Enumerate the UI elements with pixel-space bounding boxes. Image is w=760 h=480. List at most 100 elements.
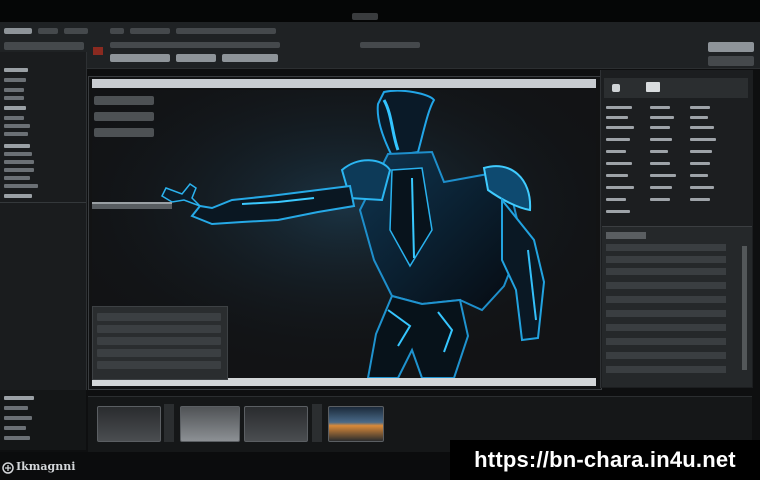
channel-row[interactable] [606, 256, 726, 263]
attribute-row[interactable] [606, 106, 632, 109]
toolbar-options-row[interactable] [110, 42, 280, 48]
thumb-divider [312, 404, 322, 442]
attribute-row[interactable] [606, 210, 630, 213]
properties-panel [0, 390, 86, 450]
outliner-item[interactable] [4, 106, 26, 110]
viewport-camera-button[interactable] [94, 112, 154, 121]
attribute-row[interactable] [650, 186, 672, 189]
attribute-row[interactable] [606, 198, 626, 201]
attribute-row[interactable] [690, 174, 708, 177]
attribute-row[interactable] [606, 126, 634, 129]
asset-thumbnail[interactable] [328, 406, 384, 442]
window-controls-icon[interactable] [708, 42, 754, 52]
title-grip[interactable] [352, 13, 378, 20]
attribute-row[interactable] [606, 116, 628, 119]
layer-row[interactable] [97, 337, 221, 345]
viewport-display-button[interactable] [94, 128, 154, 137]
viewport-header [92, 79, 596, 88]
attribute-row[interactable] [606, 162, 632, 165]
attribute-row[interactable] [650, 198, 670, 201]
outliner-item[interactable] [4, 168, 34, 172]
toolbar-tool-icon[interactable] [110, 54, 170, 62]
attribute-row[interactable] [690, 186, 714, 189]
channel-row[interactable] [606, 282, 726, 289]
outliner-item[interactable] [4, 176, 30, 180]
attribute-row[interactable] [606, 174, 628, 177]
attribute-editor-header [604, 78, 748, 98]
channel-row[interactable] [606, 352, 726, 359]
attribute-row[interactable] [650, 126, 670, 129]
property-row[interactable] [4, 426, 26, 430]
attribute-row[interactable] [690, 138, 716, 141]
outliner-item[interactable] [4, 184, 38, 188]
attribute-row[interactable] [690, 198, 710, 201]
channel-row[interactable] [606, 310, 726, 317]
attribute-row[interactable] [650, 150, 668, 153]
outliner-item[interactable] [4, 68, 28, 72]
layer-row[interactable] [97, 313, 221, 321]
outliner-item[interactable] [4, 96, 24, 100]
channel-row[interactable] [606, 268, 726, 275]
attribute-row[interactable] [606, 138, 630, 141]
outliner-item[interactable] [4, 144, 30, 148]
toolbar-dropdown[interactable] [4, 42, 84, 50]
channel-tab[interactable] [606, 232, 646, 239]
title-bar [0, 0, 760, 22]
property-row[interactable] [4, 396, 34, 400]
toolbar-tool-icon[interactable] [176, 54, 216, 62]
attribute-row[interactable] [650, 116, 674, 119]
attribute-row[interactable] [650, 162, 670, 165]
attribute-row[interactable] [690, 150, 712, 153]
close-icon[interactable] [93, 47, 103, 55]
channel-row[interactable] [606, 244, 726, 251]
outliner-item[interactable] [4, 88, 24, 92]
property-row[interactable] [4, 406, 28, 410]
main-toolbar [0, 22, 760, 69]
layer-row[interactable] [97, 325, 221, 333]
outliner-item[interactable] [4, 124, 30, 128]
attribute-row[interactable] [606, 186, 634, 189]
panel-toggle-icon[interactable] [708, 56, 754, 66]
channel-row[interactable] [606, 366, 726, 373]
attribute-row[interactable] [690, 116, 708, 119]
attribute-list [604, 102, 748, 220]
attribute-row[interactable] [690, 126, 714, 129]
menu-item-view[interactable] [64, 28, 88, 34]
property-row[interactable] [4, 416, 32, 420]
outliner-item[interactable] [4, 132, 28, 136]
attribute-row[interactable] [606, 150, 626, 153]
layer-row[interactable] [97, 349, 221, 357]
menu-item-file[interactable] [4, 28, 32, 34]
scrollbar[interactable] [742, 246, 747, 370]
menu-item-render[interactable] [130, 28, 170, 34]
attribute-row[interactable] [690, 106, 710, 109]
watermark-url: https://bn-chara.in4u.net [450, 440, 760, 480]
attribute-row[interactable] [650, 106, 670, 109]
channel-row[interactable] [606, 324, 726, 331]
asset-thumbnail[interactable] [97, 406, 161, 442]
camera-icon[interactable] [612, 84, 620, 92]
attribute-row[interactable] [690, 162, 710, 165]
divider [0, 202, 86, 203]
asset-thumbnail[interactable] [180, 406, 240, 442]
attribute-row[interactable] [650, 174, 676, 177]
outliner-item[interactable] [4, 160, 34, 164]
property-row[interactable] [4, 436, 30, 440]
toolbar-options-row[interactable] [360, 42, 420, 48]
toolbar-tool-icon[interactable] [222, 54, 278, 62]
layer-row[interactable] [97, 361, 221, 369]
outliner-item[interactable] [4, 116, 24, 120]
document-icon[interactable] [646, 82, 660, 92]
menu-item-edit[interactable] [38, 28, 58, 34]
layer-panel [92, 306, 228, 380]
channel-row[interactable] [606, 296, 726, 303]
asset-thumbnail[interactable] [244, 406, 308, 442]
menu-item-tools[interactable] [110, 28, 124, 34]
channel-row[interactable] [606, 338, 726, 345]
menu-item-window[interactable] [176, 28, 276, 34]
outliner-item[interactable] [4, 194, 32, 198]
outliner-item[interactable] [4, 78, 26, 82]
outliner-item[interactable] [4, 152, 32, 156]
viewport-shading-button[interactable] [94, 96, 154, 105]
attribute-row[interactable] [650, 138, 672, 141]
